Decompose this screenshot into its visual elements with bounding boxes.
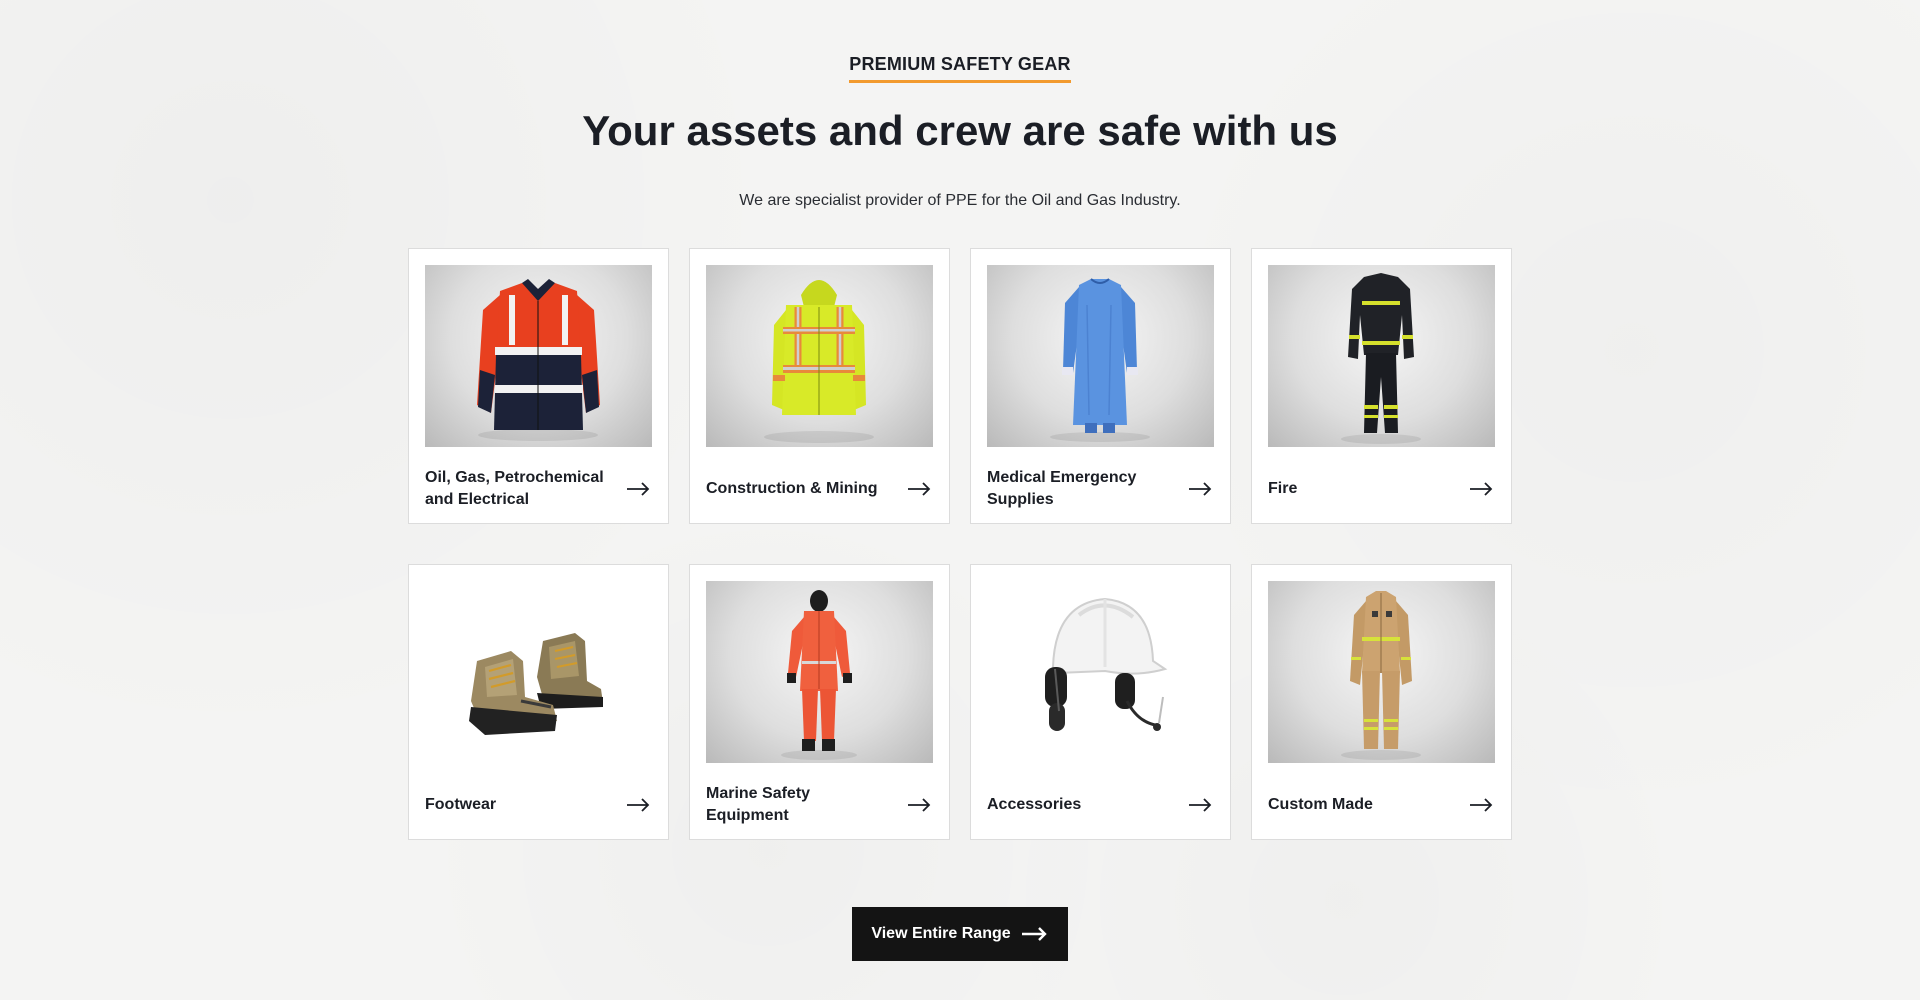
arrow-right-icon xyxy=(908,798,931,812)
category-card-medical-emergency[interactable]: Medical Emergency Supplies xyxy=(970,248,1231,524)
section-eyebrow: PREMIUM SAFETY GEAR xyxy=(849,53,1071,83)
eyebrow-wrapper: PREMIUM SAFETY GEAR xyxy=(0,53,1920,83)
category-label: Fire xyxy=(1268,480,1298,497)
category-card-construction-mining[interactable]: Construction & Mining xyxy=(689,248,950,524)
category-label: Oil, Gas, Petrochemical and Electrical xyxy=(425,469,604,508)
category-label: Accessories xyxy=(987,796,1082,813)
product-image-helmet-earmuffs xyxy=(987,581,1214,763)
card-footer: Marine Safety Equipment xyxy=(706,781,933,829)
category-card-marine-safety[interactable]: Marine Safety Equipment xyxy=(689,564,950,840)
category-card-custom-made[interactable]: Custom Made xyxy=(1251,564,1512,840)
arrow-right-icon xyxy=(908,482,931,496)
category-card-accessories[interactable]: Accessories xyxy=(970,564,1231,840)
arrow-right-icon xyxy=(627,482,650,496)
section-subtext: We are specialist provider of PPE for th… xyxy=(739,192,1181,209)
category-label: Footwear xyxy=(425,796,497,813)
arrow-right-icon xyxy=(627,798,650,812)
card-footer: Custom Made xyxy=(1268,781,1495,829)
card-footer: Fire xyxy=(1268,465,1495,513)
premium-safety-gear-section: PREMIUM SAFETY GEAR Your assets and crew… xyxy=(0,0,1920,1000)
arrow-right-icon xyxy=(1189,798,1212,812)
product-image-medical-gown xyxy=(987,265,1214,447)
product-image-hivis-jacket xyxy=(706,265,933,447)
view-entire-range-button[interactable]: View Entire Range xyxy=(852,907,1068,961)
card-footer: Construction & Mining xyxy=(706,465,933,513)
category-label: Marine Safety Equipment xyxy=(706,785,811,824)
category-grid: Oil, Gas, Petrochemical and Electrical C… xyxy=(408,248,1512,840)
category-card-footwear[interactable]: Footwear xyxy=(408,564,669,840)
arrow-right-icon xyxy=(1189,482,1212,496)
view-entire-range-label: View Entire Range xyxy=(871,925,1011,942)
product-image-safety-boots xyxy=(425,581,652,763)
category-label: Construction & Mining xyxy=(706,480,878,497)
arrow-right-icon xyxy=(1470,482,1493,496)
arrow-right-icon xyxy=(1470,798,1493,812)
card-footer: Medical Emergency Supplies xyxy=(987,465,1214,513)
category-label: Custom Made xyxy=(1268,796,1373,813)
category-label: Medical Emergency Supplies xyxy=(987,469,1137,508)
card-footer: Oil, Gas, Petrochemical and Electrical xyxy=(425,465,652,513)
product-image-fire-suit xyxy=(1268,265,1495,447)
product-image-survival-suit xyxy=(706,581,933,763)
category-card-oil-gas[interactable]: Oil, Gas, Petrochemical and Electrical xyxy=(408,248,669,524)
card-footer: Accessories xyxy=(987,781,1214,829)
section-headline: Your assets and crew are safe with us xyxy=(582,107,1338,154)
card-footer: Footwear xyxy=(425,781,652,829)
product-image-custom-coverall xyxy=(1268,581,1495,763)
arrow-right-icon xyxy=(1021,927,1047,941)
category-card-fire[interactable]: Fire xyxy=(1251,248,1512,524)
product-image-coverall-shirt xyxy=(425,265,652,447)
